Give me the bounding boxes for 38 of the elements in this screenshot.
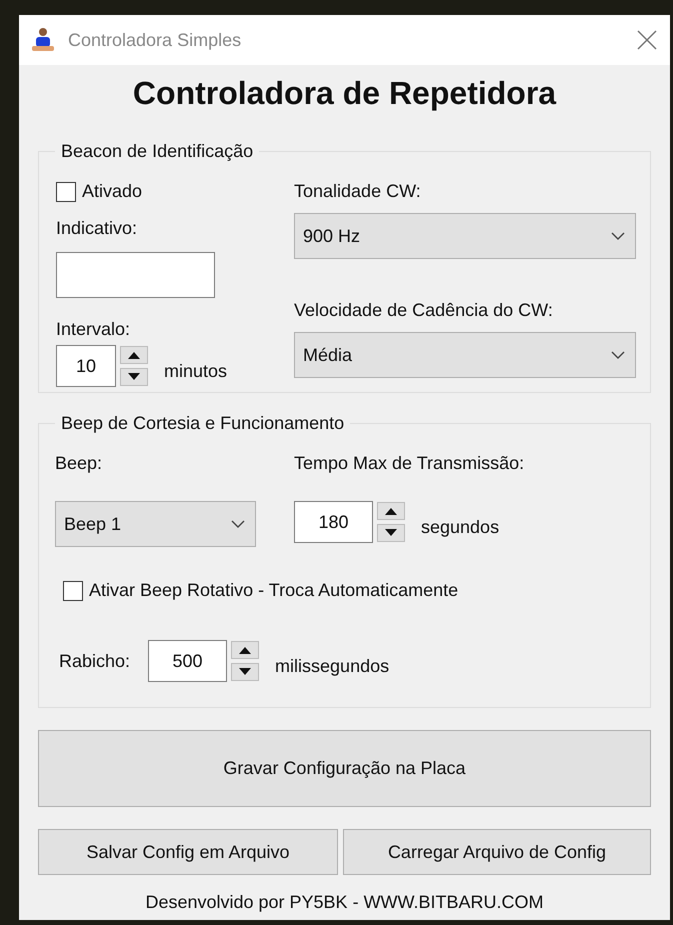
write-config-button[interactable]: Gravar Configuração na Placa bbox=[38, 730, 651, 807]
chevron-down-icon bbox=[231, 520, 245, 528]
field-label: Velocidade de Cadência do CW: bbox=[294, 299, 554, 322]
number-field[interactable]: 500 bbox=[148, 640, 228, 682]
close-icon[interactable] bbox=[636, 29, 658, 51]
checkbox[interactable] bbox=[63, 580, 83, 600]
spin-down-icon[interactable] bbox=[377, 524, 405, 542]
chevron-down-icon bbox=[611, 350, 625, 360]
field-label: Tempo Max de Transmissão: bbox=[294, 452, 524, 475]
dropdown[interactable]: Beep 1 bbox=[55, 501, 256, 547]
window-title: Controladora Simples bbox=[68, 28, 242, 52]
spin-up-icon[interactable] bbox=[120, 346, 148, 364]
unit-label: milissegundos bbox=[275, 654, 390, 678]
checkbox[interactable] bbox=[56, 182, 76, 202]
app-icon bbox=[30, 27, 56, 53]
checkbox-label: Ativado bbox=[82, 180, 142, 203]
field-label: Beep: bbox=[55, 452, 104, 475]
callsign-field[interactable] bbox=[56, 252, 215, 298]
app-heading: Controladora de Repetidora bbox=[132, 74, 556, 113]
save-file-button[interactable]: Salvar Config em Arquivo bbox=[38, 829, 338, 875]
spin-down-icon[interactable] bbox=[231, 663, 260, 681]
field-label: Tonalidade CW: bbox=[294, 180, 422, 203]
dropdown[interactable]: Média bbox=[294, 332, 636, 378]
checkbox-label: Ativar Beep Rotativo - Troca Automaticamente bbox=[89, 579, 458, 602]
footer-credit: Desenvolvido por PY5BK - WWW.BITBARU.COM bbox=[145, 891, 544, 914]
spin-up-icon[interactable] bbox=[231, 641, 260, 659]
chevron-down-icon bbox=[611, 232, 625, 240]
load-file-button[interactable]: Carregar Arquivo de Config bbox=[343, 829, 651, 875]
number-field[interactable]: 180 bbox=[294, 501, 373, 543]
field-label: Indicativo: bbox=[56, 217, 138, 240]
dropdown[interactable]: 900 Hz bbox=[294, 213, 636, 259]
field-label: Intervalo: bbox=[56, 318, 132, 341]
spin-up-icon[interactable] bbox=[377, 502, 405, 520]
unit-label: minutos bbox=[164, 360, 228, 382]
number-field[interactable]: 10 bbox=[56, 345, 116, 387]
unit-label: segundos bbox=[421, 516, 500, 539]
spin-down-icon[interactable] bbox=[120, 368, 148, 386]
field-label: Rabicho: bbox=[59, 650, 130, 672]
